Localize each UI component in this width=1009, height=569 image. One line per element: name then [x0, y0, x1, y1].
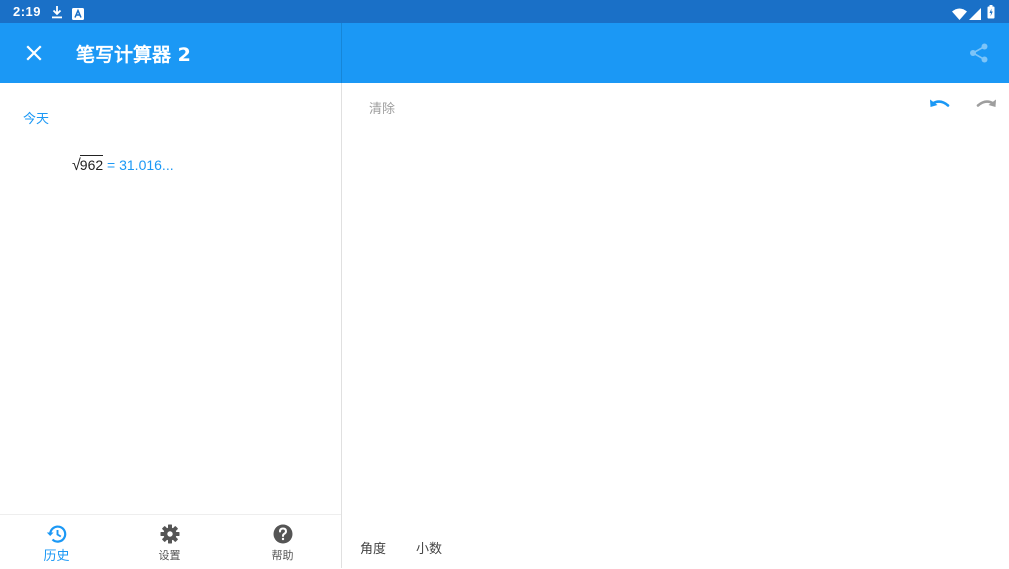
bottom-nav: 历史 设置 帮助	[0, 514, 341, 568]
editor-panel: 清除 角度 小数	[342, 83, 1009, 568]
history-entry-radicand: 962	[79, 155, 104, 173]
nav-label-settings: 设置	[158, 549, 181, 562]
history-entry-equals: =	[107, 157, 116, 173]
redo-button[interactable]	[974, 96, 998, 116]
history-entry[interactable]: √962 = 31.016...	[72, 155, 174, 179]
status-bar: 2:19	[0, 0, 1009, 23]
battery-icon	[987, 4, 995, 23]
wifi-icon	[952, 5, 967, 24]
app-bar: 笔写计算器 2	[0, 23, 341, 83]
history-section-label: 今天	[23, 112, 50, 127]
cell-signal-icon	[969, 5, 981, 24]
clear-button[interactable]: 清除	[369, 98, 395, 117]
undo-button[interactable]	[928, 96, 952, 116]
angle-mode-button[interactable]: 角度	[360, 538, 386, 557]
share-button[interactable]	[968, 42, 990, 64]
nav-label-history: 历史	[43, 549, 70, 564]
nav-label-help: 帮助	[271, 549, 294, 562]
close-icon	[26, 45, 42, 61]
handwriting-canvas[interactable]	[342, 123, 1009, 523]
history-icon	[46, 525, 67, 543]
status-time: 2:19	[13, 4, 42, 19]
gear-icon	[160, 524, 180, 544]
nav-item-help[interactable]: 帮助	[226, 515, 339, 569]
undo-icon	[930, 99, 950, 107]
decimal-mode-button[interactable]: 小数	[416, 538, 442, 557]
history-entry-result: 31.016...	[119, 157, 174, 173]
redo-icon	[976, 99, 996, 107]
history-panel: 今天 √962 = 31.016... 历史 设置 帮助	[0, 83, 341, 568]
editor-app-bar	[342, 23, 1009, 83]
nav-item-history[interactable]: 历史	[0, 515, 113, 569]
app-title: 笔写计算器 2	[76, 44, 191, 66]
help-icon	[273, 524, 293, 544]
close-button[interactable]	[20, 39, 48, 67]
a-badge-icon	[72, 5, 84, 24]
nav-item-settings[interactable]: 设置	[113, 515, 226, 569]
share-icon	[970, 43, 988, 63]
download-icon	[51, 4, 63, 23]
